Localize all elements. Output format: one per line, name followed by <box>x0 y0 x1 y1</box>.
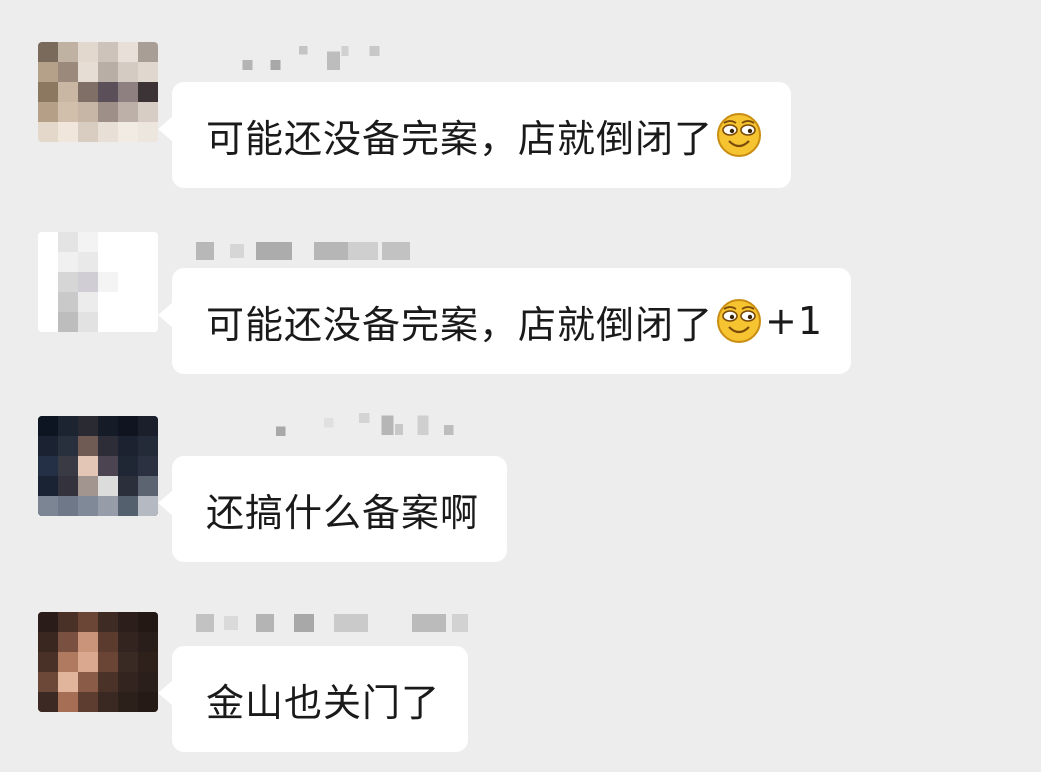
message-bubble[interactable]: 还搞什么备案啊 <box>157 456 508 562</box>
chat-history: 可能还没备完案，店就倒闭了 可能还没备完案，店就倒闭了 +1 还搞什么备案啊 金… <box>0 0 1041 772</box>
avatar[interactable] <box>38 612 158 712</box>
message-text: 可能还没备完案，店就倒闭了 <box>206 302 714 347</box>
grinning-face-emoji-icon <box>715 297 763 345</box>
sender-name-blurred <box>196 412 536 436</box>
message-bubble[interactable]: 可能还没备完案，店就倒闭了 <box>157 82 792 188</box>
sender-name-blurred <box>196 46 416 70</box>
message-bubble[interactable]: 金山也关门了 <box>157 646 469 752</box>
sender-name-blurred <box>196 612 486 636</box>
avatar[interactable] <box>38 42 158 142</box>
message-text: 可能还没备完案，店就倒闭了 <box>206 116 714 161</box>
grinning-face-emoji-icon <box>715 111 763 159</box>
message-text: 还搞什么备案啊 <box>206 490 480 535</box>
message-text: 金山也关门了 <box>206 680 441 725</box>
avatar[interactable] <box>38 232 158 332</box>
avatar[interactable] <box>38 416 158 516</box>
message-suffix: +1 <box>765 299 824 343</box>
message-bubble[interactable]: 可能还没备完案，店就倒闭了 +1 <box>157 268 852 374</box>
sender-name-blurred <box>196 238 416 262</box>
